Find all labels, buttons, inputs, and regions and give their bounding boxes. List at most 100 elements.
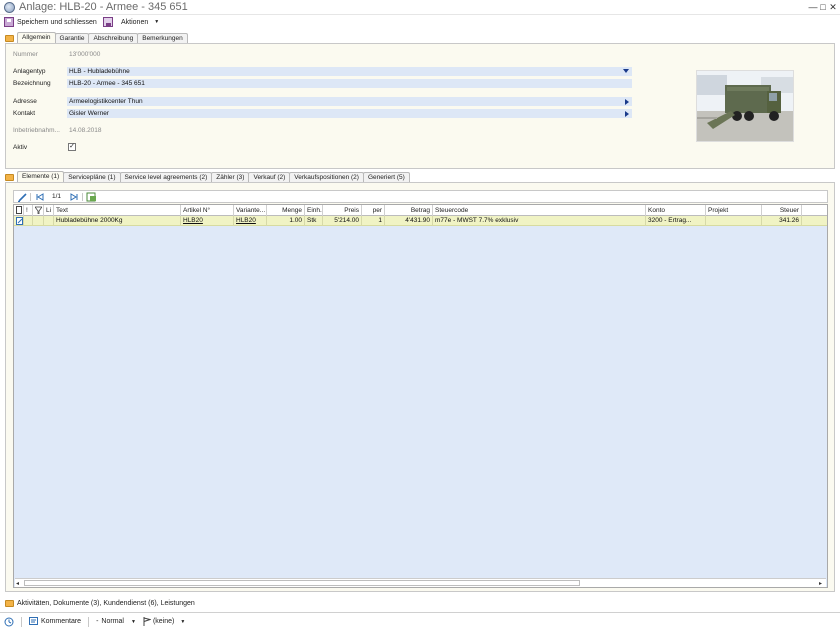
column-per[interactable]: per	[362, 205, 385, 216]
column-li[interactable]: Li	[44, 205, 54, 216]
tab-generiert[interactable]: Generiert (5)	[362, 172, 410, 182]
tab-verkauf[interactable]: Verkauf (2)	[248, 172, 291, 182]
tab-service-level-agreements[interactable]: Service level agreements (2)	[119, 172, 213, 182]
status-bar: Kommentare - Normal ▼ (keine) ▼	[0, 612, 840, 630]
column-betrag[interactable]: Betrag	[385, 205, 433, 216]
tab-allgemein[interactable]: Allgemein	[17, 32, 56, 43]
minimize-icon[interactable]: —	[808, 2, 818, 12]
anlagentyp-label: Anlagentyp	[13, 68, 46, 75]
bezeichnung-label: Bezeichnung	[13, 80, 51, 87]
tab-bemerkungen[interactable]: Bemerkungen	[137, 33, 188, 43]
row-edit-cell[interactable]	[14, 216, 24, 226]
tab-abschreibung[interactable]: Abschreibung	[88, 33, 139, 43]
save-close-label: Speichern und schliessen	[17, 18, 97, 26]
nummer-label: Nummer	[13, 51, 38, 58]
related-bar-label: Aktivitäten, Dokumente (3), Kundendienst…	[17, 599, 195, 607]
bezeichnung-input[interactable]: HLB-20 - Armee - 345 651	[67, 79, 632, 88]
column-steuer[interactable]: Steuer	[762, 205, 802, 216]
column-new-icon	[14, 205, 24, 216]
related-bar[interactable]: Aktivitäten, Dokumente (3), Kundendienst…	[5, 597, 835, 609]
save-icon	[103, 17, 113, 27]
adresse-label: Adresse	[13, 98, 37, 105]
pager-text: 1/1	[52, 193, 62, 200]
title-bar: Anlage: HLB-20 - Armee - 345 651 — □ ✕	[0, 0, 840, 15]
top-tabstrip: Allgemein Garantie Abschreibung Bemerkun…	[5, 32, 188, 43]
save-close-button[interactable]: Speichern und schliessen	[4, 16, 97, 28]
folder-icon	[5, 599, 14, 607]
kontakt-value: Gisler Werner	[69, 110, 109, 117]
anlagentyp-value: HLB - Hubladebühne	[69, 68, 130, 75]
truck-image	[697, 71, 793, 141]
aktiv-checkbox[interactable]: ✓	[68, 143, 76, 151]
column-priority[interactable]: !	[24, 205, 33, 216]
row-variante-link[interactable]: HLB20	[234, 216, 267, 226]
column-menge[interactable]: Menge	[267, 205, 305, 216]
save-close-icon	[4, 17, 14, 27]
inbetriebnahme-label: Inbetriebnahm...	[13, 127, 60, 134]
column-preis[interactable]: Preis	[323, 205, 362, 216]
scroll-right-icon[interactable]: ▸	[819, 580, 822, 587]
priority-dash-icon: -	[96, 618, 99, 625]
flag-icon	[143, 617, 151, 626]
actions-menu-button[interactable]: Aktionen ▼	[121, 16, 159, 28]
folder-icon	[5, 34, 14, 42]
first-page-icon[interactable]	[35, 192, 45, 202]
scroll-left-icon[interactable]: ◂	[16, 580, 19, 587]
table-row[interactable]: Hubladebühne 2000Kg HLB20 HLB20 1.00 Stk…	[14, 216, 827, 226]
column-einh[interactable]: Einh.	[305, 205, 323, 216]
toolbar-separator	[30, 193, 31, 201]
chevron-down-icon: ▼	[154, 19, 160, 25]
row-einh: Stk	[305, 216, 323, 226]
column-filter-icon[interactable]	[33, 205, 44, 216]
save-button[interactable]	[103, 16, 113, 28]
navigate-arrow-icon[interactable]	[625, 99, 629, 105]
row-betrag: 4'431.90	[385, 216, 433, 226]
last-page-icon[interactable]	[69, 192, 79, 202]
navigate-arrow-icon[interactable]	[625, 111, 629, 117]
kontakt-field[interactable]: Gisler Werner	[67, 109, 632, 118]
grid-toolbar: 1/1	[13, 190, 828, 203]
priority-label: Normal	[101, 618, 124, 625]
tab-zaehler[interactable]: Zähler (3)	[211, 172, 250, 182]
excel-export-icon[interactable]	[86, 192, 97, 202]
asset-photo	[696, 70, 794, 142]
anlagentyp-select[interactable]: HLB - Hubladebühne	[67, 67, 632, 76]
grid-header: ! Li Text Artikel N° Variante... Menge E…	[14, 205, 827, 216]
elements-grid: ! Li Text Artikel N° Variante... Menge E…	[13, 204, 828, 588]
horizontal-scrollbar[interactable]: ◂ ▸	[15, 578, 826, 587]
close-icon[interactable]: ✕	[828, 2, 838, 13]
history-icon[interactable]	[4, 617, 14, 627]
row-menge: 1.00	[267, 216, 305, 226]
maximize-icon[interactable]: □	[818, 2, 828, 12]
status-separator	[21, 616, 22, 627]
row-steuer: 341.26	[762, 216, 802, 226]
tab-serviceplaene[interactable]: Servicepläne (1)	[63, 172, 121, 182]
column-projekt[interactable]: Projekt	[706, 205, 762, 216]
adresse-field[interactable]: Armeelogistikcenter Thun	[67, 97, 632, 106]
column-steuercode[interactable]: Steuercode	[433, 205, 646, 216]
chevron-down-icon: ▼	[130, 618, 136, 625]
flag-dropdown[interactable]: (keine) ▼	[143, 617, 185, 626]
column-variante[interactable]: Variante...	[234, 205, 267, 216]
edit-icon[interactable]	[17, 192, 27, 202]
row-artikel-link[interactable]: HLB20	[181, 216, 234, 226]
tab-garantie[interactable]: Garantie	[54, 33, 90, 43]
toolbar: Speichern und schliessen Aktionen ▼	[0, 15, 840, 29]
column-konto[interactable]: Konto	[646, 205, 706, 216]
priority-dropdown[interactable]: - Normal ▼	[96, 618, 136, 625]
window-title: Anlage: HLB-20 - Armee - 345 651	[19, 1, 188, 13]
comments-button[interactable]: Kommentare	[29, 617, 81, 626]
column-text[interactable]: Text	[54, 205, 181, 216]
dropdown-arrow-icon[interactable]	[623, 69, 629, 73]
tab-verkaufspositionen[interactable]: Verkaufspositionen (2)	[289, 172, 364, 182]
scrollbar-thumb[interactable]	[24, 580, 580, 586]
row-priority-cell	[24, 216, 33, 226]
comment-icon	[29, 617, 38, 625]
column-artikel[interactable]: Artikel N°	[181, 205, 234, 216]
row-projekt	[706, 216, 762, 226]
aktiv-label: Aktiv	[13, 144, 28, 151]
actions-label: Aktionen	[121, 18, 149, 26]
app-logo-icon	[4, 2, 15, 13]
bottom-tabstrip: Elemente (1) Servicepläne (1) Service le…	[5, 171, 410, 182]
tab-elemente[interactable]: Elemente (1)	[17, 171, 65, 182]
